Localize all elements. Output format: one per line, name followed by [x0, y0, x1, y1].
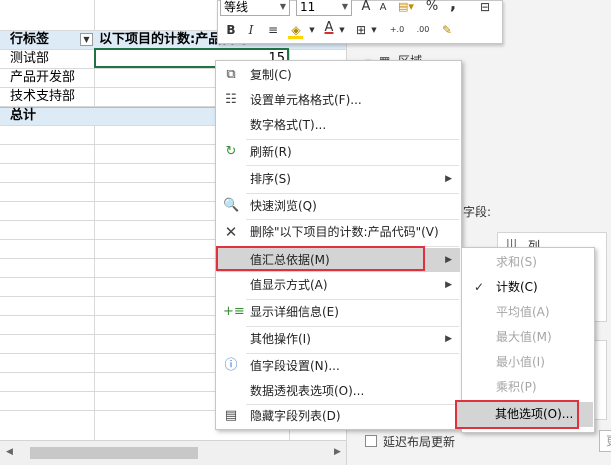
font-name-box[interactable]: 等线 ▼ — [220, 0, 290, 16]
decrease-decimal-icon[interactable]: .00 — [412, 21, 434, 39]
submenu-item-count[interactable]: ✓ 计数(C) — [463, 275, 593, 300]
row-label-dev[interactable]: 产品开发部 — [10, 69, 94, 87]
font-color-button[interactable]: A — [322, 19, 336, 37]
bold-button[interactable]: B — [224, 21, 238, 39]
menu-item-refresh[interactable]: ↻ 刷新(R) — [217, 140, 460, 164]
submenu-arrow-icon: ▶ — [445, 334, 452, 344]
menu-item-show-values-as[interactable]: 值显示方式(A) ▶ — [217, 273, 460, 297]
copy-icon: ⧉ — [226, 67, 236, 82]
sheet-scrollbar[interactable]: ◀ ▶ — [0, 440, 346, 465]
row-label-support[interactable]: 技术支持部 — [10, 88, 94, 106]
format-cells-icon: ☷ — [225, 92, 237, 107]
menu-item-hide-field-list[interactable]: ▤ 隐藏字段列表(D) — [217, 404, 460, 428]
filter-dropdown-button[interactable]: ▼ — [80, 33, 93, 46]
submenu-arrow-icon: ▶ — [445, 280, 452, 290]
chevron-down-icon: ▼ — [279, 2, 286, 11]
chevron-down-icon[interactable]: ▼ — [338, 21, 346, 39]
fill-color-icon[interactable]: ◈ — [286, 21, 306, 39]
menu-item-number-format[interactable]: 数字格式(T)... — [217, 113, 460, 137]
submenu-item-max[interactable]: 最大值(M) — [463, 325, 593, 350]
menu-item-delete-field[interactable]: ✕ 删除"以下项目的计数:产品代码"(V) — [217, 220, 460, 244]
mini-toolbar: 等线 ▼ 11 ▼ A A ▤▾ % , ⊟ B I ≡ ◈ ▼ A ▼ ⊞ ▼… — [217, 0, 503, 44]
field-list-icon: ▤ — [224, 408, 238, 423]
chevron-down-icon[interactable]: ▼ — [370, 21, 378, 39]
menu-item-quick-explore[interactable]: 🔍 快速浏览(Q) — [217, 194, 460, 218]
menu-item-more-actions[interactable]: 其他操作(I) ▶ — [217, 327, 460, 351]
quick-explore-icon: 🔍 — [223, 198, 240, 213]
update-button[interactable]: 更 — [599, 430, 611, 452]
checkmark-icon: ✓ — [474, 280, 485, 294]
menu-item-value-field-settings[interactable]: ⓘ 值字段设置(N)... — [217, 354, 460, 378]
font-size-box[interactable]: 11 ▼ — [296, 0, 352, 16]
submenu-item-average[interactable]: 平均值(A) — [463, 300, 593, 325]
show-details-icon: +≡ — [223, 304, 245, 319]
chevron-down-icon[interactable]: ▼ — [308, 21, 316, 39]
field-settings-icon: ⓘ — [224, 358, 238, 373]
menu-item-format-cells[interactable]: ☷ 设置单元格格式(F)... — [217, 88, 460, 112]
number-format-icon[interactable]: ▤▾ — [394, 0, 418, 16]
font-size-value: 11 — [300, 0, 316, 14]
decrease-font-button[interactable]: A — [376, 0, 390, 17]
chevron-down-icon: ▼ — [341, 2, 348, 11]
increase-decimal-icon[interactable]: +.0 — [386, 21, 408, 39]
scroll-thumb[interactable] — [30, 447, 198, 459]
defer-update-checkbox[interactable] — [365, 435, 377, 447]
increase-font-button[interactable]: A — [358, 0, 374, 16]
align-center-icon[interactable]: ≡ — [264, 21, 282, 39]
format-painter-icon[interactable]: ✎ — [438, 21, 456, 39]
highlight-more-options — [455, 400, 579, 429]
row-labels-header[interactable]: 行标签 — [10, 31, 80, 49]
submenu-arrow-icon: ▶ — [445, 255, 452, 265]
row-label-test[interactable]: 测试部 — [10, 50, 94, 68]
grand-total-label[interactable]: 总计 — [10, 107, 94, 125]
refresh-icon: ↻ — [225, 144, 237, 159]
percent-button[interactable]: % — [424, 0, 440, 16]
borders-icon[interactable]: ⊞ — [352, 21, 370, 39]
italic-button[interactable]: I — [244, 21, 258, 39]
field-label: 字段: — [463, 205, 492, 219]
menu-item-sort[interactable]: 排序(S) ▶ — [217, 167, 460, 191]
defer-update-label: 延迟布局更新 — [383, 435, 456, 449]
submenu-item-min[interactable]: 最小值(I) — [463, 350, 593, 375]
menu-item-pivot-options[interactable]: 数据透视表选项(O)... — [217, 379, 460, 403]
scroll-right-icon[interactable]: ▶ — [334, 447, 341, 457]
delete-x-icon: ✕ — [224, 223, 238, 241]
highlight-summarize-values — [216, 246, 425, 271]
submenu-item-product[interactable]: 乘积(P) — [463, 375, 593, 400]
submenu-item-sum[interactable]: 求和(S) — [463, 250, 593, 275]
comma-button[interactable]: , — [446, 0, 460, 13]
menu-item-copy[interactable]: ⧉ 复制(C) — [217, 63, 460, 87]
context-menu: ⧉ 复制(C) ☷ 设置单元格格式(F)... 数字格式(T)... ↻ 刷新(… — [215, 60, 462, 430]
submenu-arrow-icon: ▶ — [445, 174, 452, 184]
menu-item-show-details[interactable]: +≡ 显示详细信息(E) — [217, 300, 460, 324]
font-name-value: 等线 — [224, 0, 249, 14]
merge-icon[interactable]: ⊟ — [476, 0, 494, 16]
scroll-left-icon[interactable]: ◀ — [6, 447, 13, 457]
